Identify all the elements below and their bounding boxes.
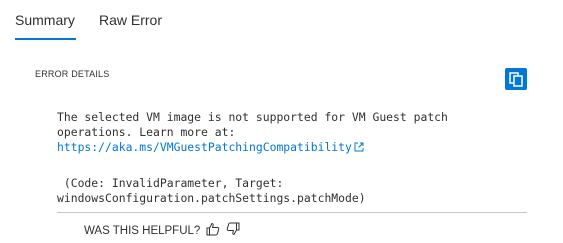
thumbs-down-button[interactable] (226, 222, 240, 239)
error-code-line-2: windowsConfiguration.patchSettings.patch… (57, 191, 366, 205)
error-message-line-2: operations. Learn more at: (57, 125, 236, 139)
thumbs-up-button[interactable] (206, 222, 220, 239)
copy-icon (509, 72, 523, 87)
copy-button[interactable] (505, 68, 527, 90)
external-link-icon (354, 142, 364, 152)
tab-bar: Summary Raw Error (0, 0, 563, 44)
error-details-heading: ERROR DETAILS (35, 69, 110, 79)
tab-summary[interactable]: Summary (15, 12, 75, 28)
thumbs-down-icon (227, 222, 240, 236)
error-message-line-1: The selected VM image is not supported f… (57, 110, 448, 124)
learn-more-row: https://aka.ms/VMGuestPatchingCompatibil… (57, 140, 527, 155)
error-code: (Code: InvalidParameter, Target: windows… (57, 176, 527, 206)
thumbs-up-icon (206, 222, 220, 236)
error-message: The selected VM image is not supported f… (57, 110, 527, 155)
feedback-row: WAS THIS HELPFUL? (84, 222, 240, 239)
divider (57, 212, 527, 213)
feedback-question: WAS THIS HELPFUL? (84, 224, 201, 237)
learn-more-link[interactable]: https://aka.ms/VMGuestPatchingCompatibil… (57, 140, 352, 154)
active-tab-indicator (15, 38, 76, 40)
tab-raw-error[interactable]: Raw Error (99, 12, 162, 28)
error-code-line-1: (Code: InvalidParameter, Target: (57, 176, 284, 190)
